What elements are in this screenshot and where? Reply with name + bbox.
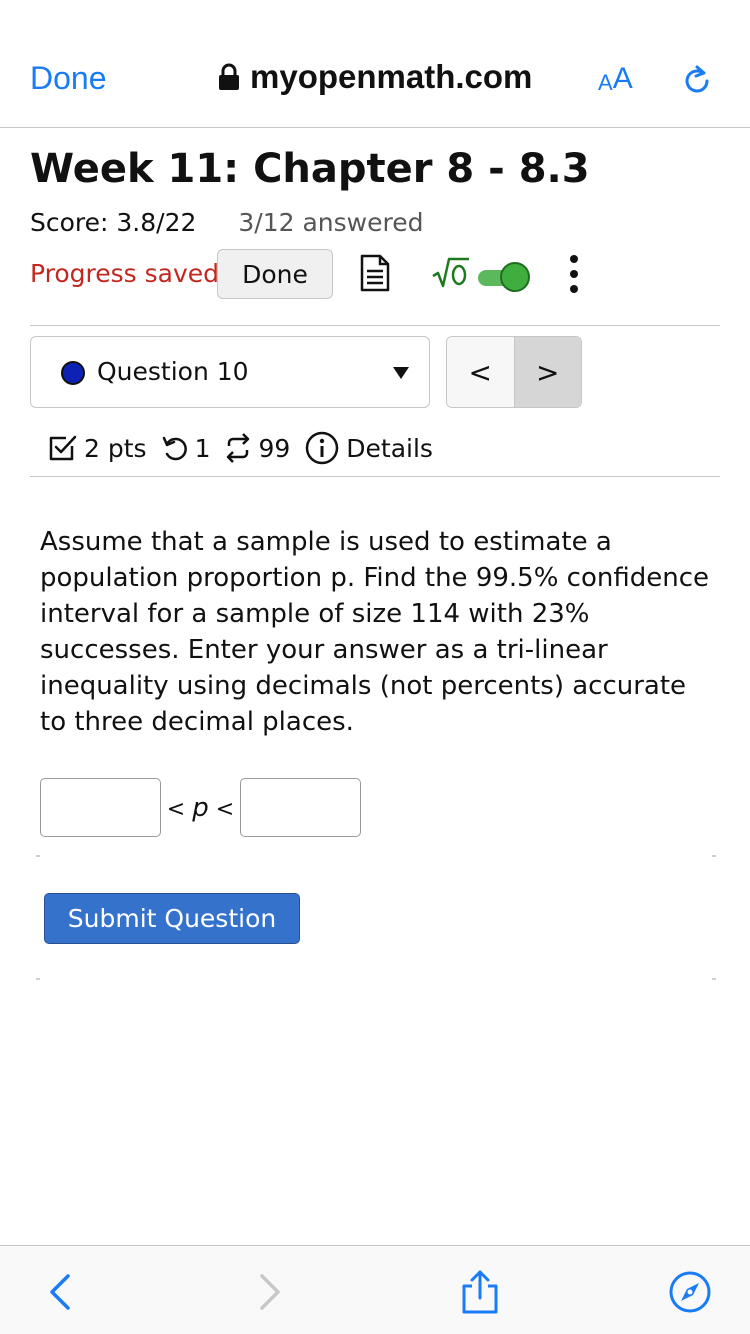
- status-bar: AT&T LTE 2:55 PM: [0, 0, 750, 40]
- submit-question-button[interactable]: Submit Question: [44, 893, 300, 944]
- retries-value: 1: [194, 433, 211, 463]
- text-size-small: A: [598, 70, 613, 95]
- details-link[interactable]: Details: [346, 434, 433, 463]
- points-value: 2 pts: [84, 433, 147, 463]
- attempts-value: 99: [258, 433, 291, 463]
- url-text: myopenmath.com: [250, 58, 533, 95]
- question-select-label: Question 10: [97, 357, 249, 386]
- question-pager: < >: [446, 336, 582, 408]
- upper-bound-input[interactable]: [240, 778, 361, 837]
- score-text: Score: 3.8/22: [30, 208, 197, 237]
- document-icon[interactable]: [360, 254, 390, 292]
- checkbox-icon: [49, 435, 77, 461]
- inequality-right: <: [215, 796, 235, 822]
- question-meta: 2 pts 1 99 Details: [48, 428, 447, 468]
- status-time: 2:55 PM: [329, 8, 421, 35]
- assessment-done-button[interactable]: Done: [217, 249, 333, 299]
- info-icon[interactable]: [304, 430, 340, 466]
- attempts-icon: [227, 433, 250, 463]
- address-bar[interactable]: myopenmath.com: [218, 58, 532, 96]
- browser-top-bar: Done myopenmath.com A A: [0, 44, 750, 128]
- lower-bound-input[interactable]: [40, 778, 161, 837]
- previous-question-button[interactable]: <: [447, 337, 514, 407]
- forward-icon[interactable]: [248, 1270, 292, 1314]
- battery-icon: [686, 10, 738, 32]
- divider: [36, 855, 716, 857]
- caret-down-icon: [393, 367, 409, 379]
- reload-icon[interactable]: [680, 64, 714, 98]
- sqrt-icon[interactable]: [431, 256, 471, 290]
- retry-icon: [162, 436, 187, 461]
- divider: [30, 476, 720, 477]
- divider: [36, 978, 716, 980]
- progress-saved-status: Progress saved: [30, 259, 220, 288]
- next-question-button[interactable]: >: [513, 337, 581, 407]
- more-icon[interactable]: [566, 254, 582, 294]
- share-icon[interactable]: [458, 1270, 502, 1314]
- score-line: Score: 3.8/22 3/12 answered: [30, 208, 423, 237]
- text-size-large: A: [612, 62, 633, 95]
- answered-count: 3/12 answered: [238, 208, 424, 237]
- page-title: Week 11: Chapter 8 - 8.3: [30, 146, 590, 192]
- math-entry-toggle[interactable]: [478, 262, 534, 292]
- browser-done-button[interactable]: Done: [30, 60, 107, 97]
- answer-row: < p <: [40, 778, 361, 837]
- text-size-button[interactable]: A A: [598, 62, 633, 96]
- lock-icon: [219, 63, 239, 90]
- question-text: Assume that a sample is used to estimate…: [40, 527, 710, 737]
- back-icon[interactable]: [38, 1270, 82, 1314]
- compass-icon[interactable]: [668, 1270, 712, 1314]
- inequality-variable: p: [192, 792, 209, 823]
- browser-bottom-bar: [0, 1245, 750, 1334]
- question-status-dot: [61, 361, 85, 385]
- divider: [30, 325, 720, 326]
- inequality-left: <: [166, 796, 186, 822]
- question-select[interactable]: Question 10: [30, 336, 430, 408]
- inequality-expression: < p <: [161, 793, 240, 823]
